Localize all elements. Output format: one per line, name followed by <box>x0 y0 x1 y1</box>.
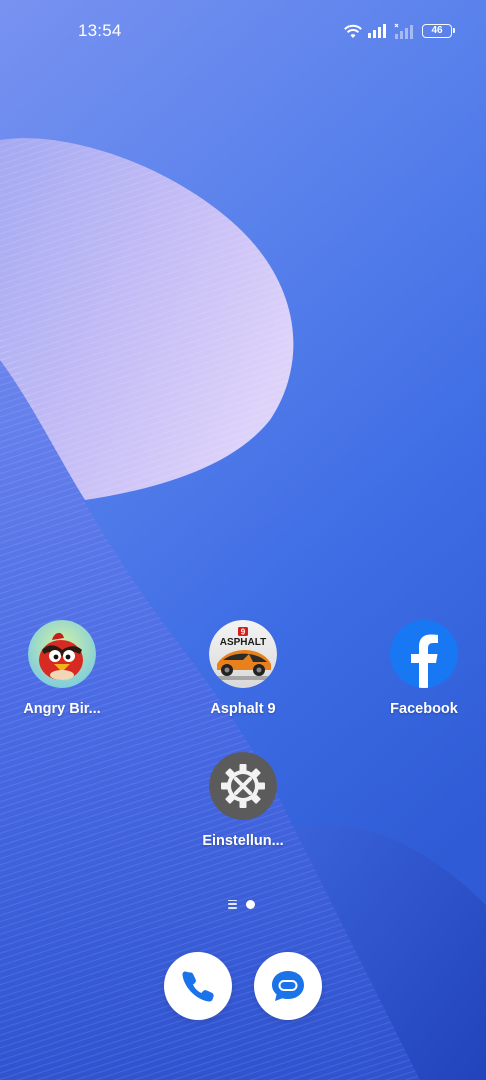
status-icons: 46 <box>344 20 455 42</box>
app-label: Einstellun... <box>202 833 284 849</box>
phone-icon <box>182 971 214 1002</box>
app-angry-birds[interactable]: Angry Bir... <box>7 620 117 717</box>
app-facebook[interactable]: Facebook <box>369 620 479 717</box>
asphalt-badge: 9 <box>241 628 246 637</box>
asphalt-9-icon[interactable]: 9 ASPHALT <box>209 620 277 688</box>
dock-messages-button[interactable] <box>254 952 322 1020</box>
app-asphalt-9[interactable]: 9 ASPHALT Asphalt 9 <box>188 620 298 717</box>
wallpaper <box>0 0 486 1080</box>
messages-icon <box>272 971 304 1001</box>
dock-phone-button[interactable] <box>164 952 232 1020</box>
app-label: Asphalt 9 <box>210 701 276 717</box>
page-indicator-list-icon[interactable] <box>228 899 237 909</box>
signal-no-service-icon <box>394 23 413 39</box>
battery-icon: 46 <box>422 24 455 38</box>
page-indicator-current-dot[interactable] <box>246 899 255 909</box>
app-label: Angry Bir... <box>23 701 101 717</box>
battery-level: 46 <box>431 25 443 36</box>
settings-gear-icon[interactable] <box>209 752 277 820</box>
wifi-icon <box>344 24 362 38</box>
app-label: Facebook <box>390 701 458 717</box>
angry-birds-icon[interactable] <box>28 620 96 688</box>
page-indicator[interactable] <box>228 898 255 910</box>
status-time: 13:54 <box>78 21 122 40</box>
asphalt-wordmark: ASPHALT <box>220 637 266 648</box>
app-settings[interactable]: Einstellun... <box>188 752 298 849</box>
status-bar: 13:54 46 <box>0 0 486 62</box>
facebook-icon[interactable] <box>390 620 458 688</box>
signal-icon <box>368 24 386 38</box>
